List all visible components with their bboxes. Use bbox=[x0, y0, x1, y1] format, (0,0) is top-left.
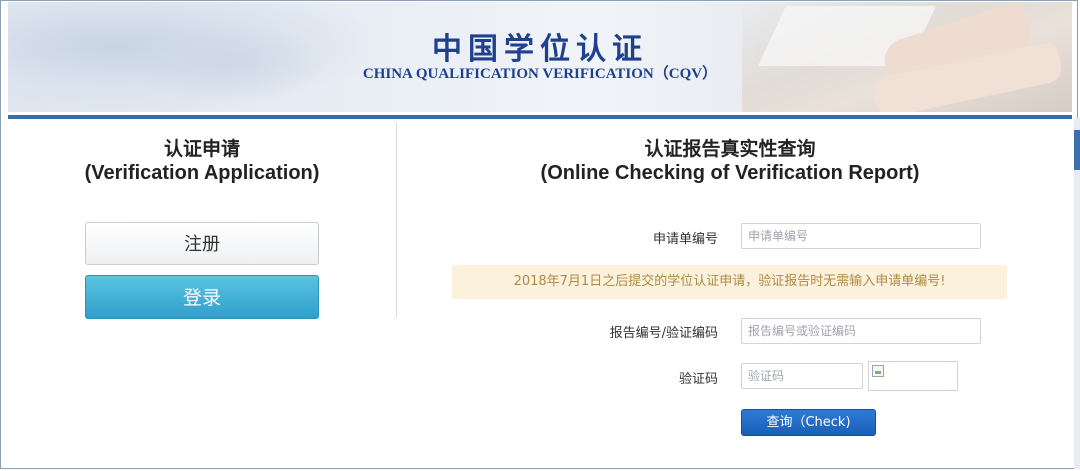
scrollbar-thumb[interactable] bbox=[1074, 130, 1080, 170]
notice-banner: 2018年7月1日之后提交的学位认证申请，验证报告时无需输入申请单编号! bbox=[452, 265, 1007, 299]
register-button[interactable]: 注册 bbox=[85, 222, 319, 265]
header-divider bbox=[8, 115, 1072, 119]
report-no-input[interactable] bbox=[741, 318, 981, 344]
application-title-en: (Verification Application) bbox=[84, 162, 320, 184]
header-banner: 中国学位认证 CHINA QUALIFICATION VERIFICATION（… bbox=[8, 2, 1072, 112]
site-subtitle: CHINA QUALIFICATION VERIFICATION（CQV） bbox=[362, 66, 718, 82]
captcha-label: 验证码 bbox=[678, 372, 718, 387]
application-title-cn: 认证申请 bbox=[163, 138, 240, 160]
check-button[interactable]: 查询（Check) bbox=[741, 409, 876, 436]
report-no-label: 报告编号/验证编码 bbox=[609, 326, 718, 341]
report-check-title-cn: 认证报告真实性查询 bbox=[644, 138, 816, 160]
broken-image-icon bbox=[872, 365, 884, 377]
panel-divider bbox=[396, 122, 397, 318]
captcha-input[interactable] bbox=[741, 363, 863, 389]
report-check-title-en: (Online Checking of Verification Report) bbox=[540, 162, 920, 184]
scrollbar-track[interactable] bbox=[1074, 118, 1080, 469]
login-button[interactable]: 登录 bbox=[85, 275, 319, 319]
captcha-image[interactable] bbox=[868, 361, 958, 391]
verification-application-panel: 认证申请 (Verification Application) 注册 登录 bbox=[8, 120, 396, 320]
application-no-input[interactable] bbox=[741, 223, 981, 249]
application-no-label: 申请单编号 bbox=[652, 232, 718, 247]
